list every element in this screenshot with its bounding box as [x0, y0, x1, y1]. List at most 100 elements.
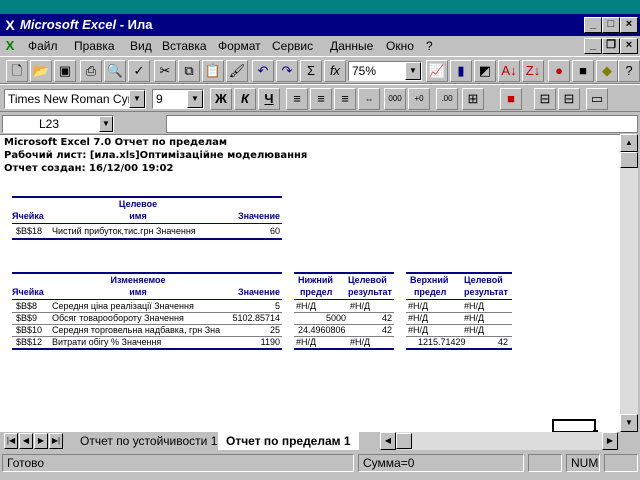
- warning-icon[interactable]: ◆: [596, 60, 618, 82]
- title-bar: X Microsoft Excel - Ила _ □ ×: [0, 14, 640, 36]
- worksheet[interactable]: Microsoft Excel 7.0 Отчет по пределам Ра…: [0, 134, 620, 432]
- menu-format[interactable]: Формат: [218, 39, 261, 53]
- increase-decimal-icon[interactable]: +0: [408, 88, 430, 110]
- row-value: 5102.85714: [232, 313, 280, 323]
- tab-sensitivity-report[interactable]: Отчет по устойчивости 1: [72, 432, 226, 450]
- merge-center-icon[interactable]: ⇔: [358, 88, 380, 110]
- scroll-left-icon[interactable]: ◀: [380, 432, 396, 450]
- align-right-icon[interactable]: ≡: [334, 88, 356, 110]
- first-sheet-icon[interactable]: |◀: [4, 433, 18, 449]
- save-icon[interactable]: ▣: [54, 60, 76, 82]
- bar-chart-icon[interactable]: ▮: [450, 60, 472, 82]
- vertical-scrollbar[interactable]: ▲ ▼: [620, 134, 638, 432]
- close-button[interactable]: ×: [620, 17, 638, 33]
- record-icon[interactable]: ●: [548, 60, 570, 82]
- fill-color-icon[interactable]: ■: [500, 88, 522, 110]
- horizontal-scrollbar[interactable]: ◀ ▶: [380, 432, 618, 450]
- row-value: 5: [274, 301, 280, 311]
- bold-button[interactable]: Ж: [210, 88, 232, 110]
- scroll-down-icon[interactable]: ▼: [620, 414, 638, 432]
- format-painter-icon[interactable]: 🖌: [226, 60, 248, 82]
- doc-close-button[interactable]: ×: [620, 38, 638, 54]
- formula-input[interactable]: [166, 115, 638, 133]
- scroll-up-icon[interactable]: ▲: [620, 134, 638, 152]
- document-icon[interactable]: X: [2, 38, 18, 54]
- scroll-right-icon[interactable]: ▶: [602, 432, 618, 450]
- changing-top-rule-3: [406, 272, 512, 274]
- decrease-decimal-icon[interactable]: .00: [436, 88, 458, 110]
- cut-icon[interactable]: ✂: [154, 60, 176, 82]
- menu-edit[interactable]: Правка: [74, 39, 115, 53]
- menu-data[interactable]: Данные: [330, 39, 373, 53]
- function-wizard-icon[interactable]: fx: [324, 60, 346, 82]
- help-icon[interactable]: ?: [618, 60, 640, 82]
- outline-icon[interactable]: ⊟: [534, 88, 556, 110]
- borders-icon[interactable]: ⊞: [462, 88, 484, 110]
- chevron-down-icon[interactable]: ▼: [99, 116, 113, 132]
- undo-icon[interactable]: ↶: [252, 60, 274, 82]
- hscroll-thumb[interactable]: [396, 433, 412, 449]
- spelling-icon[interactable]: ✓: [128, 60, 150, 82]
- menu-insert[interactable]: Вставка: [162, 39, 207, 53]
- menu-tools[interactable]: Сервис: [272, 39, 313, 53]
- new-icon[interactable]: 🗋: [6, 60, 28, 82]
- changing-header-rule-3: [406, 299, 512, 300]
- autosum-icon[interactable]: Σ: [300, 60, 322, 82]
- row-value: 25: [269, 325, 280, 335]
- paste-icon[interactable]: 📋: [202, 60, 224, 82]
- active-cell-selection[interactable]: [552, 419, 598, 432]
- print-icon[interactable]: ⎙: [80, 60, 102, 82]
- drawing-icon[interactable]: ◩: [474, 60, 496, 82]
- copy-icon[interactable]: ⧉: [178, 60, 200, 82]
- next-sheet-icon[interactable]: ▶: [34, 433, 48, 449]
- status-empty-2: [604, 454, 638, 472]
- print-preview-icon[interactable]: 🔍: [104, 60, 126, 82]
- sort-descending-icon[interactable]: Z↓: [522, 60, 544, 82]
- row-result1: #Н/Д: [350, 301, 371, 311]
- window-title: Microsoft Excel - Ила: [20, 17, 153, 33]
- last-sheet-icon[interactable]: ▶|: [49, 433, 63, 449]
- changing-bottom-rule-1: [12, 348, 282, 350]
- zoom-select[interactable]: 75% ▼: [348, 61, 422, 81]
- row-result1: #Н/Д: [350, 337, 371, 347]
- chevron-down-icon[interactable]: ▼: [187, 90, 203, 108]
- font-size-select[interactable]: 9 ▼: [152, 89, 204, 109]
- chevron-down-icon[interactable]: ▼: [129, 90, 145, 108]
- font-color-icon[interactable]: ▭: [586, 88, 608, 110]
- align-left-icon[interactable]: ≡: [286, 88, 308, 110]
- row-cell: $B$10: [16, 325, 43, 335]
- align-center-icon[interactable]: ≡: [310, 88, 332, 110]
- scroll-thumb[interactable]: [620, 152, 638, 168]
- changing-hdr-cell: Ячейка: [12, 287, 44, 297]
- font-select[interactable]: Times New Roman Cyr ▼: [4, 89, 146, 109]
- minimize-button[interactable]: _: [584, 17, 602, 33]
- italic-button[interactable]: К: [234, 88, 256, 110]
- chevron-down-icon[interactable]: ▼: [405, 62, 421, 80]
- comma-style-icon[interactable]: 000: [384, 88, 406, 110]
- status-empty: [528, 454, 562, 472]
- font-value: Times New Roman Cyr: [8, 92, 132, 106]
- menu-window[interactable]: Окно: [386, 39, 414, 53]
- outline-collapse-icon[interactable]: ⊟: [558, 88, 580, 110]
- menu-help[interactable]: ?: [426, 39, 433, 53]
- sort-ascending-icon[interactable]: A↓: [498, 60, 520, 82]
- maximize-button[interactable]: □: [602, 17, 620, 33]
- open-icon[interactable]: 📂: [30, 60, 52, 82]
- changing-bottom-rule-3: [406, 348, 512, 350]
- excel-window: X Microsoft Excel - Ила _ □ × X Файл Пра…: [0, 14, 640, 480]
- stop-icon[interactable]: ■: [572, 60, 594, 82]
- menu-file[interactable]: Файл: [28, 39, 58, 53]
- menu-view[interactable]: Вид: [130, 39, 152, 53]
- prev-sheet-icon[interactable]: ◀: [19, 433, 33, 449]
- changing-header-rule-1: [12, 299, 282, 300]
- underline-button[interactable]: Ч: [258, 88, 280, 110]
- chart-wizard-icon[interactable]: 📈: [426, 60, 448, 82]
- name-box[interactable]: L23 ▼: [2, 115, 114, 133]
- redo-icon[interactable]: ↷: [276, 60, 298, 82]
- doc-restore-button[interactable]: ❐: [602, 38, 620, 54]
- report-title: Microsoft Excel 7.0 Отчет по пределам: [4, 137, 228, 148]
- excel-app-icon[interactable]: X: [2, 17, 18, 33]
- tab-limits-report[interactable]: Отчет по пределам 1: [218, 432, 359, 450]
- title-document: Ила: [127, 17, 153, 32]
- doc-minimize-button[interactable]: _: [584, 38, 602, 54]
